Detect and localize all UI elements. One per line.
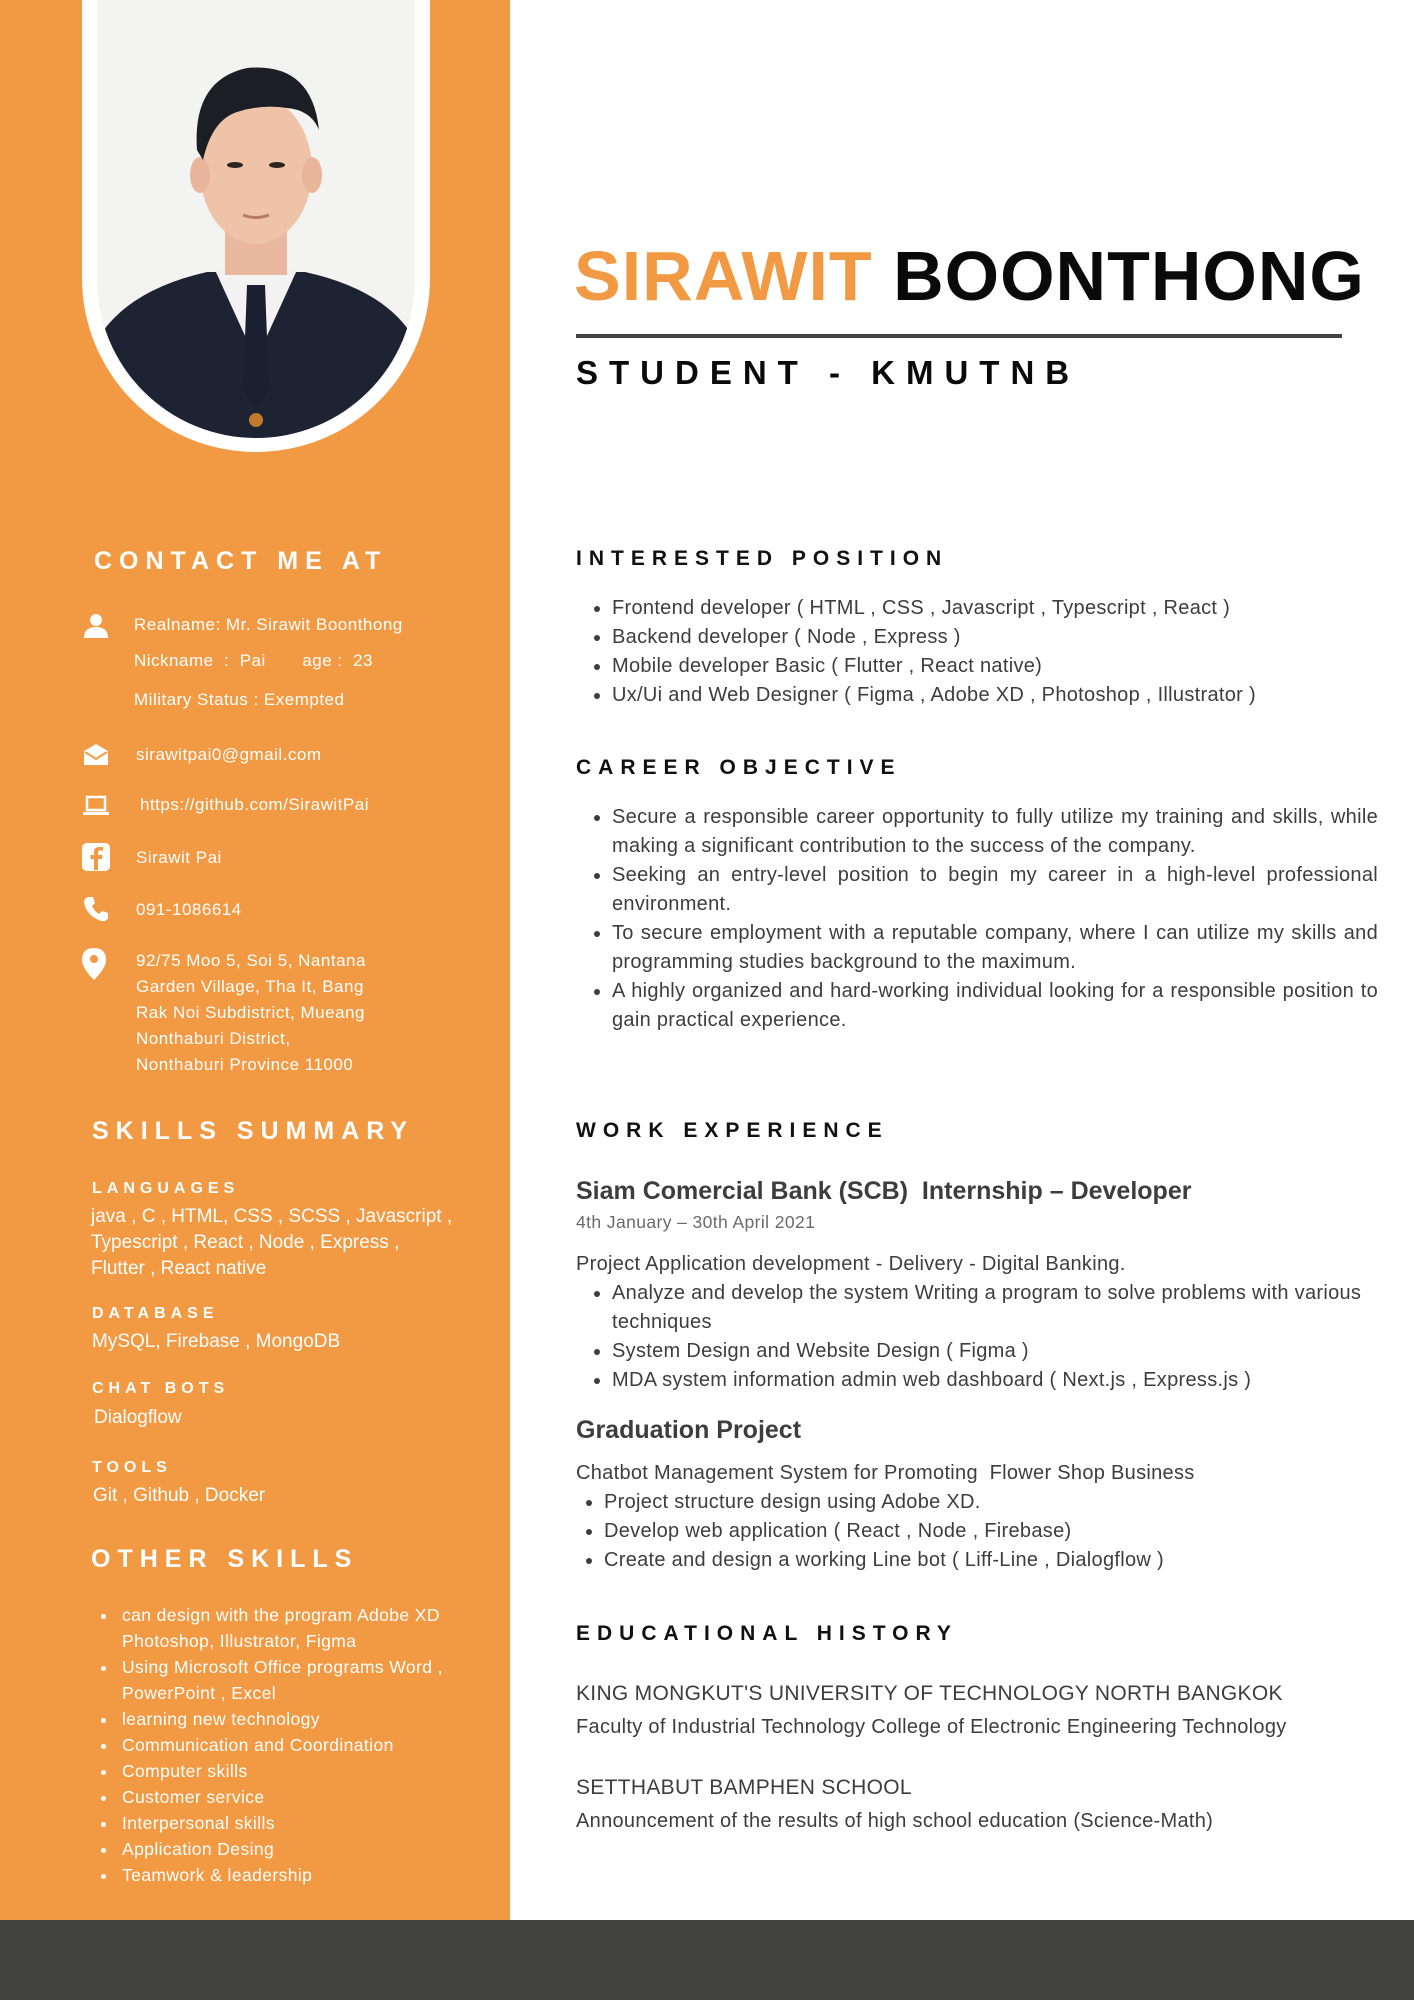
- work-experience-title: WORK EXPERIENCE: [576, 1119, 889, 1142]
- address-line: 92/75 Moo 5, Soi 5, Nantana: [136, 951, 366, 970]
- facebook-link[interactable]: Sirawit Pai: [136, 845, 222, 871]
- list-item: Using Microsoft Office programs Word , P…: [118, 1654, 498, 1706]
- list-item: Interpersonal skills: [118, 1810, 498, 1836]
- career-objective-list: Secure a responsible career opportunity …: [576, 803, 1378, 1035]
- chatbots-value: Dialogflow: [94, 1407, 182, 1428]
- database-value: MySQL, Firebase , MongoDB: [92, 1331, 341, 1352]
- job-description: Project Application development - Delive…: [576, 1253, 1126, 1275]
- list-item: Communication and Coordination: [118, 1732, 498, 1758]
- languages-line: Typescript , React , Node , Express ,: [91, 1232, 400, 1253]
- tools-value: Git , Github , Docker: [93, 1485, 266, 1506]
- career-objective-title: CAREER OBJECTIVE: [576, 756, 902, 779]
- project-title: Graduation Project: [576, 1416, 802, 1444]
- location-pin-icon: [82, 948, 106, 980]
- chatbots-label: CHAT BOTS: [92, 1380, 230, 1397]
- footer-bar: [0, 1920, 1414, 2000]
- list-item: Application Desing: [118, 1836, 498, 1862]
- military-status: Military Status : Exempted: [134, 690, 345, 709]
- address-line: Nonthaburi Province 11000: [136, 1055, 354, 1074]
- list-item: Mobile developer Basic ( Flutter , React…: [612, 652, 1378, 681]
- job-subtitle: STUDENT - KMUTNB: [576, 354, 1081, 391]
- list-item: Customer service: [118, 1784, 498, 1810]
- list-item: Seeking an entry-level position to begin…: [612, 861, 1378, 919]
- languages-line: Flutter , React native: [91, 1258, 267, 1279]
- project-description: Chatbot Management System for Promoting …: [576, 1462, 1195, 1484]
- list-item: Analyze and develop the system Writing a…: [612, 1279, 1378, 1337]
- list-item: can design with the program Adobe XD Pho…: [118, 1602, 498, 1654]
- education-detail: Announcement of the results of high scho…: [576, 1810, 1214, 1832]
- interested-position-title: INTERESTED POSITION: [576, 547, 949, 570]
- languages-value: java , C , HTML, CSS , SCSS , Javascript…: [91, 1204, 452, 1282]
- realname: Realname: Mr. Sirawit Boonthong: [134, 615, 403, 634]
- address-line: Rak Noi Subdistrict, Mueang: [136, 1003, 365, 1022]
- list-item: Secure a responsible career opportunity …: [612, 803, 1378, 861]
- list-item: System Design and Website Design ( Figma…: [612, 1337, 1378, 1366]
- education-school: KING MONGKUT'S UNIVERSITY OF TECHNOLOGY …: [576, 1682, 1283, 1705]
- phone-icon: [84, 897, 108, 922]
- nickname-age: Nickname : Pai age : 23: [134, 651, 373, 670]
- job-items-list: Analyze and develop the system Writing a…: [576, 1279, 1378, 1395]
- list-item: Computer skills: [118, 1758, 498, 1784]
- email-link[interactable]: sirawitpai0@gmail.com: [136, 742, 322, 768]
- list-item: To secure employment with a reputable co…: [612, 919, 1378, 977]
- header-divider: [576, 334, 1342, 338]
- first-name: SIRAWIT: [574, 237, 873, 315]
- tools-label: TOOLS: [92, 1459, 172, 1476]
- job-title: Siam Comercial Bank (SCB) Internship – D…: [576, 1177, 1192, 1205]
- job-dates: 4th January – 30th April 2021: [576, 1212, 816, 1232]
- database-label: DATABASE: [92, 1305, 219, 1322]
- other-skills-title: OTHER SKILLS: [91, 1545, 359, 1573]
- list-item: Backend developer ( Node , Express ): [612, 623, 1378, 652]
- education-detail: Faculty of Industrial Technology College…: [576, 1716, 1287, 1738]
- project-items-list: Project structure design using Adobe XD.…: [576, 1488, 1370, 1575]
- education-school: SETTHABUT BAMPHEN SCHOOL: [576, 1776, 912, 1799]
- name-heading: SIRAWIT BOONTHONG: [574, 236, 1365, 316]
- envelope-icon: [84, 744, 108, 765]
- list-item: Ux/Ui and Web Designer ( Figma , Adobe X…: [612, 681, 1378, 710]
- person-icon: [84, 614, 108, 638]
- last-name: BOONTHONG: [893, 237, 1365, 315]
- github-link[interactable]: https://github.com/SirawitPai: [140, 792, 369, 818]
- address-line: Garden Village, Tha It, Bang: [136, 977, 364, 996]
- address: 92/75 Moo 5, Soi 5, Nantana Garden Villa…: [136, 948, 366, 1078]
- profile-photo: [97, 0, 415, 438]
- facebook-icon: [82, 843, 110, 871]
- list-item: Teamwork & leadership: [118, 1862, 498, 1888]
- phone-number: 091-1086614: [136, 900, 242, 919]
- education-title: EDUCATIONAL HISTORY: [576, 1622, 958, 1645]
- other-skills-list: can design with the program Adobe XD Pho…: [90, 1602, 498, 1888]
- skills-title: SKILLS SUMMARY: [92, 1117, 415, 1145]
- laptop-icon: [83, 795, 109, 815]
- contact-title: CONTACT ME AT: [94, 547, 388, 575]
- languages-line: java , C , HTML, CSS , SCSS , Javascript…: [91, 1206, 453, 1227]
- list-item: MDA system information admin web dashboa…: [612, 1366, 1378, 1395]
- list-item: Project structure design using Adobe XD.: [604, 1488, 1370, 1517]
- address-line: Nonthaburi District,: [136, 1029, 291, 1048]
- list-item: Frontend developer ( HTML , CSS , Javasc…: [612, 594, 1378, 623]
- languages-label: LANGUAGES: [92, 1180, 240, 1197]
- list-item: A highly organized and hard-working indi…: [612, 977, 1378, 1035]
- interested-position-list: Frontend developer ( HTML , CSS , Javasc…: [576, 594, 1378, 710]
- list-item: Create and design a working Line bot ( L…: [604, 1546, 1370, 1575]
- list-item: Develop web application ( React , Node ,…: [604, 1517, 1370, 1546]
- list-item: learning new technology: [118, 1706, 498, 1732]
